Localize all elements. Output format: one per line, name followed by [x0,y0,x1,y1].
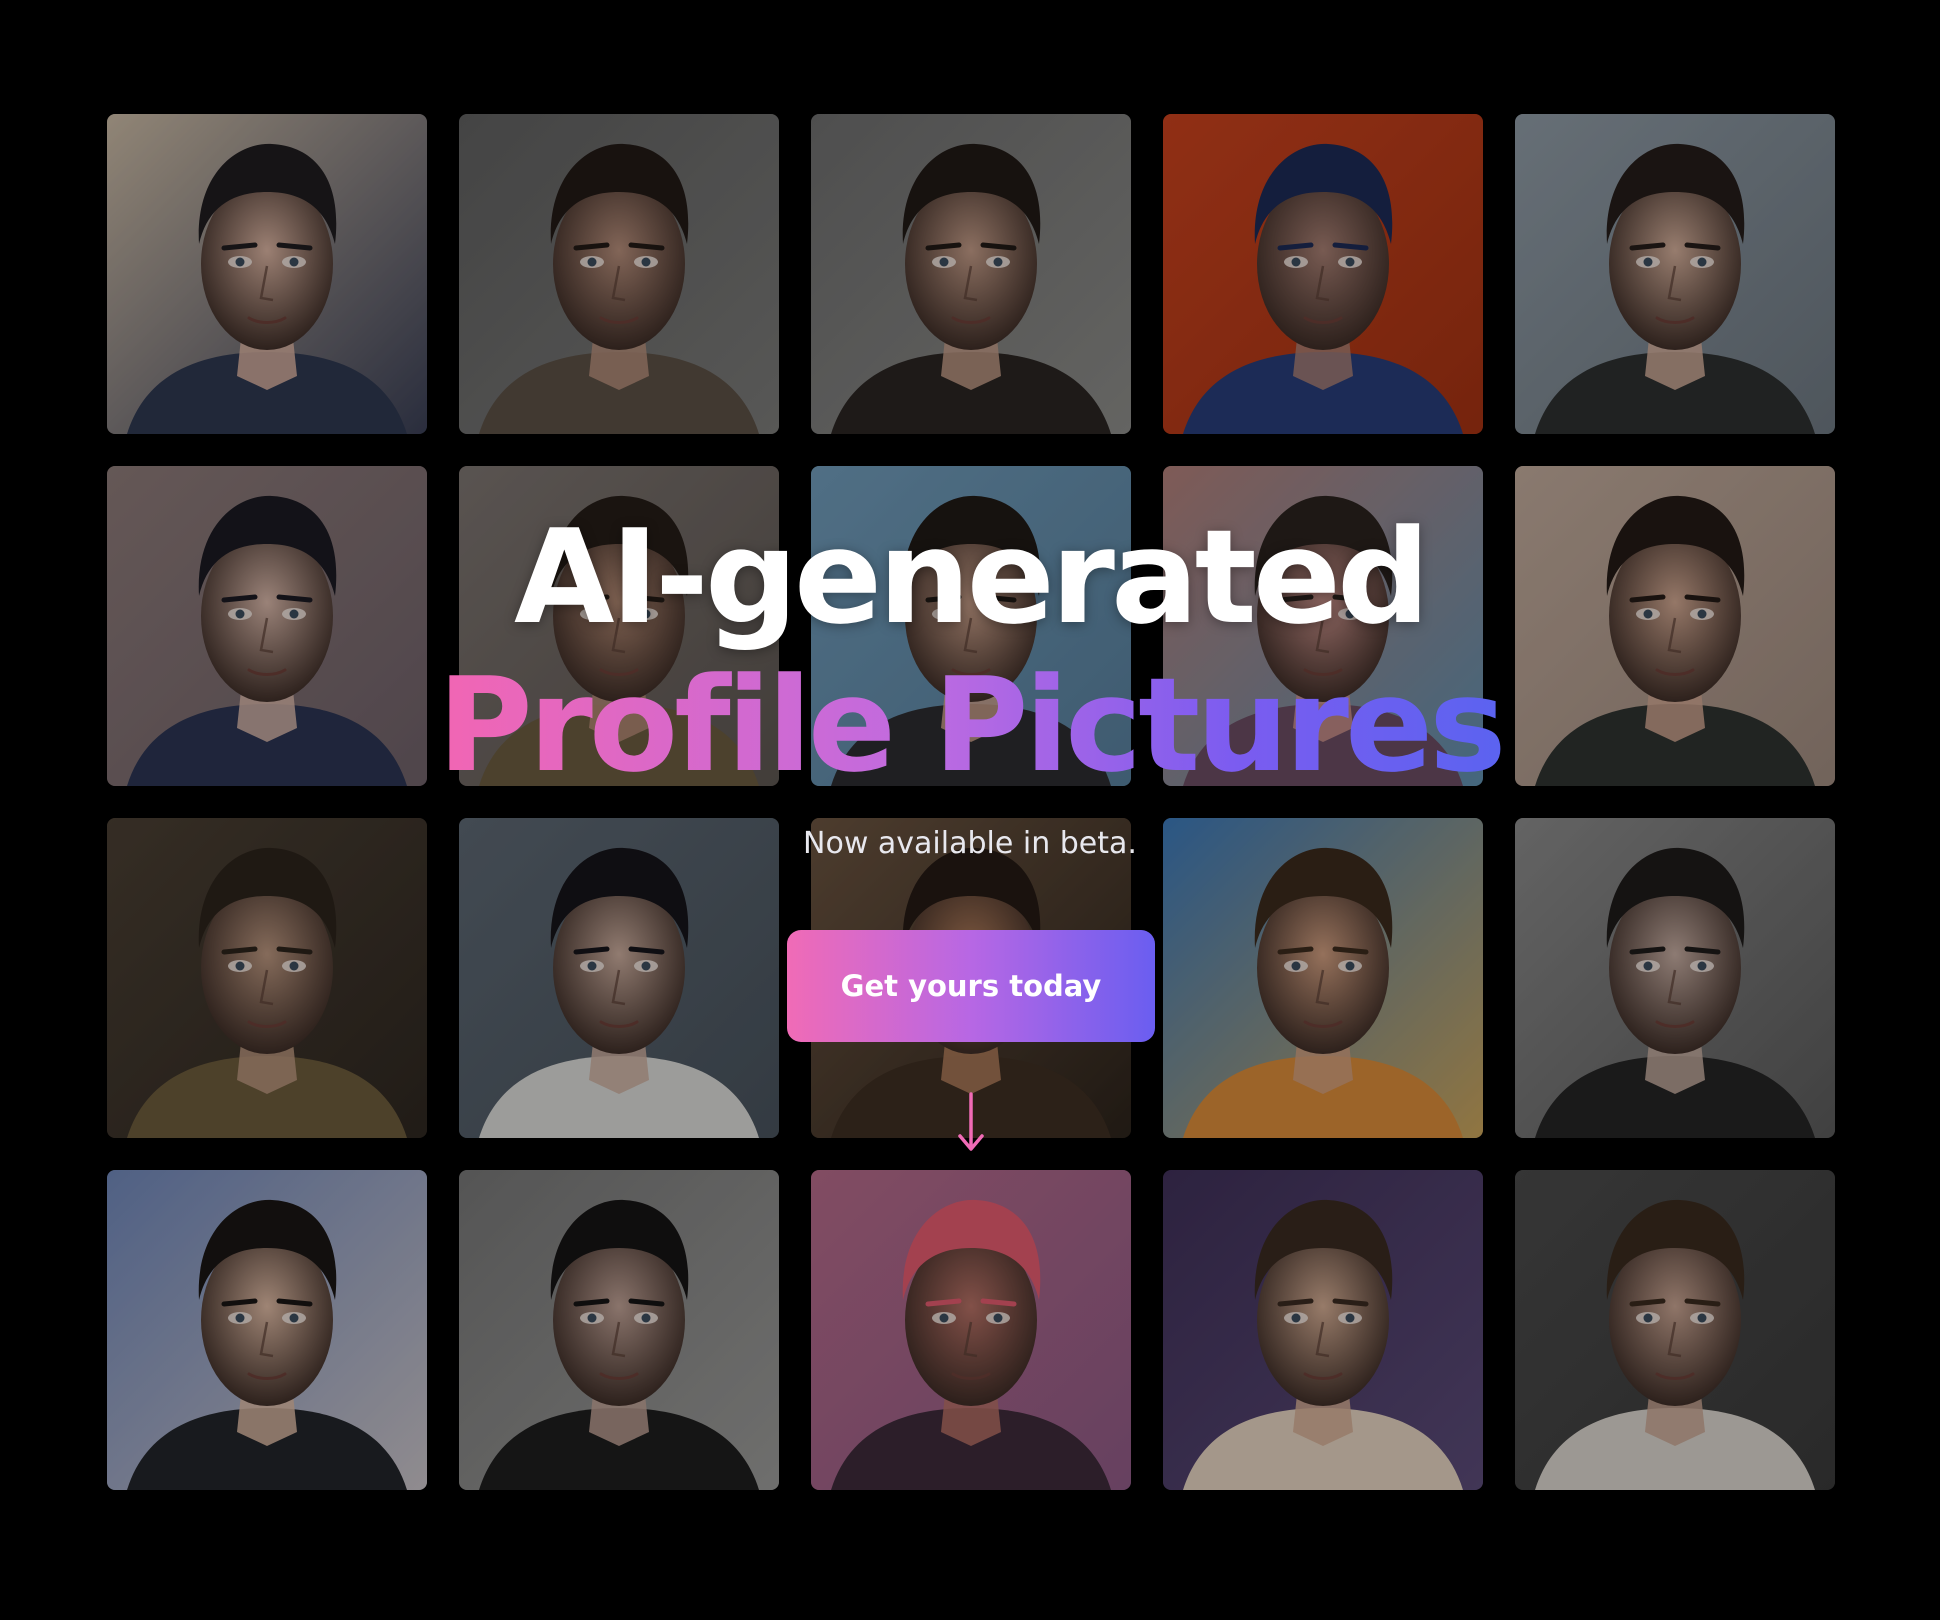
portrait-overlay [459,114,779,434]
portrait-overlay [107,818,427,1138]
portrait-overlay [1515,466,1835,786]
portrait-tile [459,818,779,1138]
portrait-overlay [811,1170,1131,1490]
cta-label: Get yours today [840,969,1102,1003]
portrait-tile [107,114,427,434]
portrait-overlay [459,466,779,786]
portrait-tile [1163,818,1483,1138]
portrait-overlay [811,114,1131,434]
portrait-tile [811,1170,1131,1490]
get-yours-today-button[interactable]: Get yours today [787,930,1155,1042]
portrait-overlay [811,466,1131,786]
portrait-tile [459,114,779,434]
portrait-tile [1163,1170,1483,1490]
portrait-overlay [107,466,427,786]
portrait-tile [811,114,1131,434]
portrait-overlay [459,1170,779,1490]
portrait-overlay [1163,114,1483,434]
portrait-tile [1515,114,1835,434]
portrait-overlay [1515,114,1835,434]
portrait-tile [107,818,427,1138]
portrait-tile [1163,466,1483,786]
portrait-tile [459,466,779,786]
portrait-overlay [1163,466,1483,786]
portrait-tile [107,1170,427,1490]
portrait-tile [1515,466,1835,786]
portrait-overlay [1163,1170,1483,1490]
portrait-tile [811,466,1131,786]
portrait-tile [107,466,427,786]
portrait-overlay [1515,1170,1835,1490]
portrait-tile [459,1170,779,1490]
portrait-overlay [459,818,779,1138]
portrait-overlay [107,1170,427,1490]
portrait-overlay [1163,818,1483,1138]
portrait-overlay [107,114,427,434]
portrait-tile [1163,114,1483,434]
portrait-tile [1515,818,1835,1138]
portrait-overlay [1515,818,1835,1138]
portrait-grid [107,114,1836,1491]
portrait-tile [1515,1170,1835,1490]
